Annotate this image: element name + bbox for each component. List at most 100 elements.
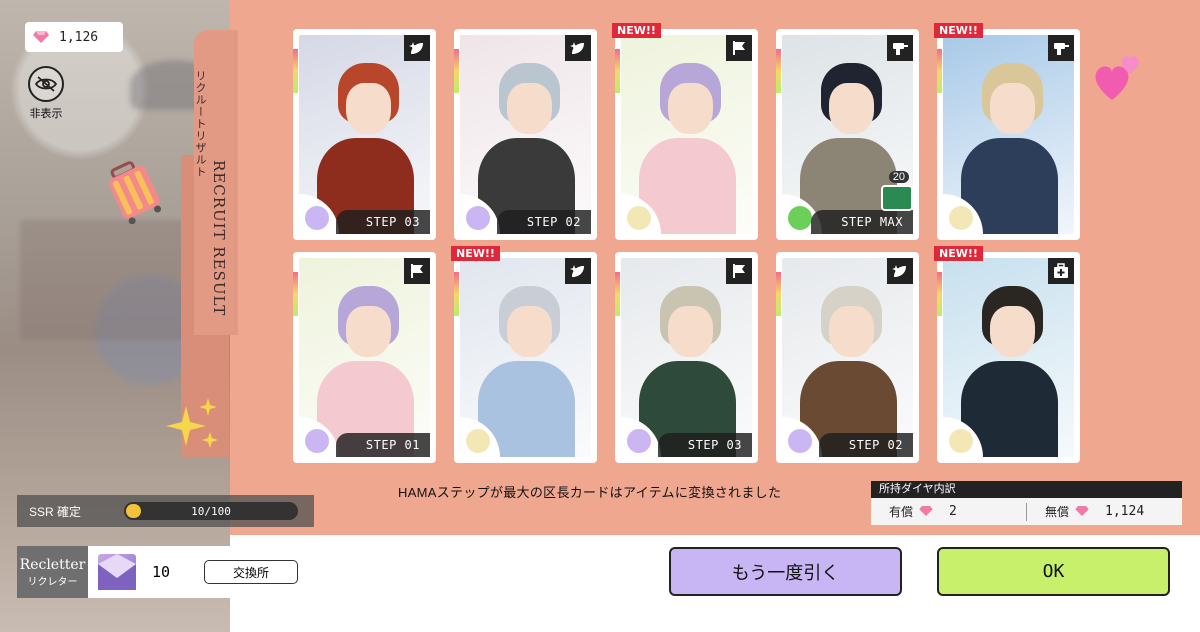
leaf-star-icon	[887, 258, 913, 284]
emblem-icon	[305, 429, 329, 453]
character-face	[990, 82, 1035, 135]
rarity-accent	[454, 49, 459, 93]
recletter-qty: 10	[152, 563, 171, 581]
character-card[interactable]: STEP 01	[293, 252, 436, 463]
card-step-label: STEP 02	[818, 433, 913, 457]
flag-icon	[404, 258, 430, 284]
character-card[interactable]: NEW!!	[451, 246, 597, 463]
hide-button[interactable]: 非表示	[24, 66, 68, 122]
character-card[interactable]: NEW!!	[934, 23, 1080, 240]
rarity-accent	[615, 49, 620, 93]
exchange-button[interactable]: 交換所	[204, 560, 298, 584]
emblem-icon	[305, 206, 329, 230]
conversion-notice: HAMAステップが最大の区長カードはアイテムに変換されました	[398, 485, 782, 500]
new-badge: NEW!!	[612, 23, 661, 38]
flag-icon	[726, 35, 752, 61]
emblem-icon	[627, 429, 651, 453]
rarity-accent	[293, 272, 298, 316]
diamond-icon	[1075, 505, 1091, 518]
rarity-accent	[293, 49, 298, 93]
character-face	[829, 305, 874, 358]
character-face	[668, 305, 713, 358]
rarity-accent	[615, 272, 620, 316]
emblem-icon	[788, 206, 812, 230]
leaf-star-icon	[565, 258, 591, 284]
ssr-progress-fill	[126, 504, 142, 518]
breakdown-title: 所持ダイヤ内訳	[871, 481, 1182, 498]
character-face	[829, 82, 874, 135]
eye-slash-icon	[35, 76, 57, 92]
character-card[interactable]: STEP 03	[615, 252, 758, 463]
card-step-label: STEP 03	[335, 210, 430, 234]
emblem-icon	[788, 429, 812, 453]
suitcase-icon	[108, 161, 162, 224]
emblem-icon	[949, 429, 973, 453]
tab-title-jp: リクルートリザルト	[194, 70, 206, 178]
paid-label: 有償	[889, 505, 914, 519]
ssr-label: SSR 確定	[29, 504, 82, 519]
new-badge: NEW!!	[451, 246, 500, 261]
envelope-icon	[98, 554, 136, 590]
character-card[interactable]: NEW!!	[934, 246, 1080, 463]
diamond-amount: 1,126	[59, 29, 99, 45]
draw-again-button[interactable]: もう一度引く	[669, 547, 902, 596]
rarity-accent	[454, 272, 459, 316]
rarity-accent	[937, 272, 942, 316]
ok-button[interactable]: OK	[937, 547, 1170, 596]
new-badge: NEW!!	[934, 246, 983, 261]
flag-icon	[726, 258, 752, 284]
ssr-progress-text: 10/100	[191, 504, 231, 518]
recletter-panel: Recletter リクレター 10 交換所	[17, 546, 315, 598]
free-label: 無償	[1045, 505, 1070, 519]
character-face	[668, 82, 713, 135]
item-count: 20	[888, 171, 909, 183]
recletter-name-en: Recletter	[19, 556, 86, 573]
free-diamonds: 無償 1,124	[1027, 503, 1182, 520]
hide-label: 非表示	[29, 108, 63, 120]
character-face	[990, 305, 1035, 358]
free-value: 1,124	[1105, 504, 1145, 519]
rarity-accent	[937, 49, 942, 93]
paid-value: 2	[949, 504, 957, 519]
diamond-icon	[919, 505, 935, 518]
drill-icon	[1048, 35, 1074, 61]
character-card[interactable]: STEP MAX 20	[776, 29, 919, 240]
character-card[interactable]: STEP 02	[776, 252, 919, 463]
character-card[interactable]: STEP 02	[454, 29, 597, 240]
diamond-breakdown: 所持ダイヤ内訳 有償 2 無償 1,124	[871, 481, 1182, 525]
medkit-icon	[1048, 258, 1074, 284]
character-face	[346, 82, 391, 135]
character-face	[346, 305, 391, 358]
character-face	[507, 82, 552, 135]
sparkle-icon	[166, 398, 218, 448]
new-badge: NEW!!	[934, 23, 983, 38]
emblem-icon	[949, 206, 973, 230]
card-step-label: STEP MAX	[811, 210, 913, 234]
paid-diamonds: 有償 2	[871, 503, 1026, 520]
ssr-progress-bar: 10/100	[124, 502, 298, 520]
leaf-star-icon	[404, 35, 430, 61]
emblem-icon	[466, 429, 490, 453]
tab-title-en: RECRUIT RESULT	[210, 160, 228, 317]
card-step-label: STEP 03	[657, 433, 752, 457]
character-card[interactable]: STEP 03	[293, 29, 436, 240]
diamond-balance: 1,126	[25, 22, 123, 52]
card-step-label: STEP 01	[335, 433, 430, 457]
character-face	[507, 305, 552, 358]
drill-icon	[887, 35, 913, 61]
emblem-icon	[627, 206, 651, 230]
recletter-logo: Recletter リクレター	[17, 546, 88, 598]
card-step-label: STEP 02	[496, 210, 591, 234]
side-tab-title: RECRUIT RESULT リクルートリザルト	[192, 70, 228, 330]
leaf-star-icon	[565, 35, 591, 61]
hearts-icon	[1095, 56, 1139, 100]
background-shelf	[20, 220, 200, 340]
recletter-name-jp: リクレター	[27, 576, 78, 588]
character-card[interactable]: NEW!!	[612, 23, 758, 240]
emblem-icon	[466, 206, 490, 230]
converted-item: 20	[881, 171, 913, 211]
ssr-guarantee: SSR 確定 10/100	[17, 495, 314, 527]
rarity-accent	[776, 272, 781, 316]
rarity-accent	[776, 49, 781, 93]
diamond-icon	[33, 31, 49, 43]
